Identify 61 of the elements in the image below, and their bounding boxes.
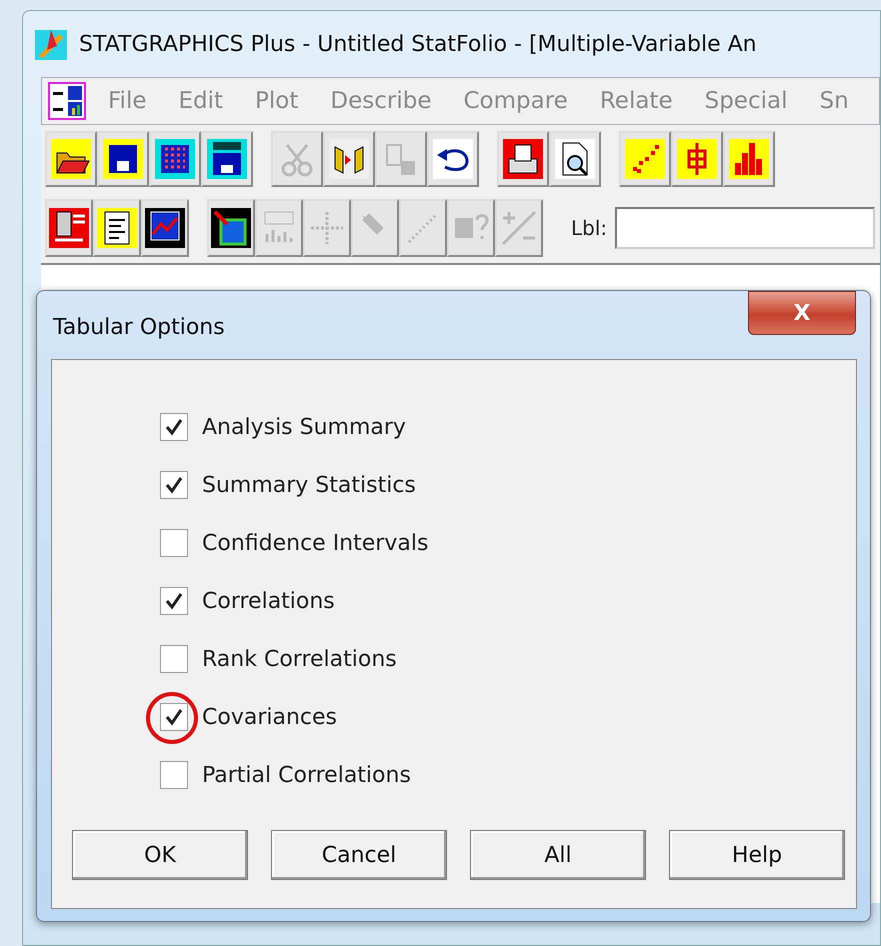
scatter-icon bbox=[625, 139, 665, 179]
toolbar-button[interactable] bbox=[93, 199, 141, 257]
checkbox-label: Partial Correlations bbox=[202, 762, 411, 790]
toolbar-button[interactable] bbox=[549, 131, 601, 187]
printer-icon bbox=[503, 139, 543, 179]
magnifier-icon bbox=[555, 139, 595, 179]
checkbox-label: Summary Statistics bbox=[202, 472, 416, 500]
check-icon bbox=[164, 707, 184, 727]
check-icon bbox=[164, 417, 184, 437]
box-plot-icon bbox=[677, 139, 717, 179]
arrows-icon bbox=[329, 139, 369, 179]
menu-item[interactable]: Compare bbox=[448, 84, 584, 118]
label-field[interactable] bbox=[615, 207, 876, 249]
checkbox-label: Correlations bbox=[202, 588, 335, 616]
document-icon bbox=[97, 208, 137, 248]
undo-icon bbox=[433, 139, 473, 179]
window-title: STATGRAPHICS Plus - Untitled StatFolio - [Multiple-Variable An bbox=[79, 30, 757, 58]
check-icon bbox=[164, 475, 184, 495]
close-button[interactable]: X bbox=[748, 291, 856, 335]
toolbar-button[interactable] bbox=[141, 199, 189, 257]
toolbar-button[interactable] bbox=[201, 131, 253, 187]
checkbox-label: Analysis Summary bbox=[202, 414, 406, 442]
checkbox-label: Covariances bbox=[202, 704, 337, 732]
check-icon bbox=[164, 591, 184, 611]
menu-icon bbox=[48, 82, 86, 120]
menu-item[interactable]: Plot bbox=[239, 84, 314, 118]
dialog-button[interactable]: OK bbox=[72, 830, 248, 880]
menu-item[interactable]: Describe bbox=[314, 84, 448, 118]
checkbox-label: Rank Correlations bbox=[202, 646, 397, 674]
toolbar-button[interactable] bbox=[149, 131, 201, 187]
toolbar-button[interactable] bbox=[427, 131, 479, 187]
checkbox[interactable] bbox=[160, 587, 188, 615]
dialog-button[interactable]: Help bbox=[669, 830, 845, 880]
checkbox[interactable] bbox=[160, 703, 188, 731]
menu-item[interactable]: Special bbox=[688, 84, 804, 118]
toolbar-button[interactable] bbox=[45, 199, 93, 257]
toolbar-button[interactable] bbox=[207, 199, 255, 257]
menu-item[interactable]: Relate bbox=[584, 84, 689, 118]
toolbar-button[interactable] bbox=[323, 131, 375, 187]
form-icon bbox=[49, 208, 89, 248]
checkbox-label: Confidence Intervals bbox=[202, 530, 428, 558]
menu-item[interactable]: File bbox=[92, 84, 162, 118]
plus-minus-icon bbox=[499, 208, 539, 248]
field-label: Lbl: bbox=[571, 215, 608, 242]
checkbox[interactable] bbox=[160, 761, 188, 789]
menu-item[interactable]: Sn bbox=[803, 84, 865, 118]
histogram-icon bbox=[729, 139, 769, 179]
folder-icon bbox=[51, 139, 91, 179]
toolbar-button[interactable] bbox=[497, 131, 549, 187]
toolbar-button[interactable] bbox=[45, 131, 97, 187]
dialog-button[interactable]: All bbox=[470, 830, 646, 880]
checkbox[interactable] bbox=[160, 645, 188, 673]
dialog-title: Tabular Options bbox=[53, 314, 225, 342]
grid-icon bbox=[155, 139, 195, 179]
toolbar-button[interactable] bbox=[97, 131, 149, 187]
checkbox[interactable] bbox=[160, 471, 188, 499]
checkbox[interactable] bbox=[160, 529, 188, 557]
dialog-button[interactable]: Cancel bbox=[271, 830, 447, 880]
menu-item[interactable]: Edit bbox=[162, 84, 240, 118]
line-chart-icon bbox=[145, 208, 185, 248]
checkbox[interactable] bbox=[160, 413, 188, 441]
